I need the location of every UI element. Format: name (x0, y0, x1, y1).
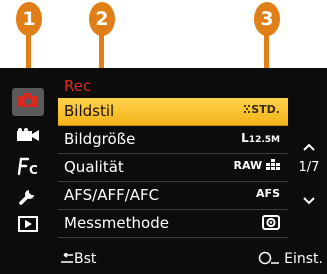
menu-row-bildgroesse[interactable]: Bildgröße L12.5M (58, 126, 288, 154)
settings-label: Einst. (284, 251, 323, 267)
menu-row-label: Qualität (64, 158, 124, 176)
menu-category-sidebar: C (0, 78, 50, 246)
sidebar-item-setup[interactable] (12, 184, 44, 212)
callout-3-badge: 3 (254, 2, 280, 36)
menu-row-label: Messmethode (64, 214, 169, 232)
camera-menu-screen: C Rec Bildstil STD. Bildgröße L12.5M Qua… (0, 68, 327, 274)
metering-multi-icon (262, 215, 280, 233)
settings-button[interactable]: Einst. (258, 251, 323, 267)
back-label: Bst (74, 251, 97, 267)
callout-1-number: 1 (22, 8, 36, 30)
menu-title: Rec (64, 77, 92, 95)
af-mode-value: AFS (256, 187, 280, 200)
menu-row-qualitaet[interactable]: Qualität RAW (58, 154, 288, 182)
custom-settings-letter: C (29, 163, 38, 176)
back-button[interactable]: Bst (60, 251, 96, 267)
quality-value: RAW (234, 159, 280, 172)
menu-row-label: AFS/AFF/AFC (64, 186, 160, 204)
image-size-letter: L (241, 131, 249, 145)
playback-icon (18, 216, 38, 236)
chevron-down-icon (303, 197, 315, 205)
photo-style-value: STD. (251, 103, 280, 116)
page-indicator: 1/7 (298, 160, 320, 175)
camera-icon (17, 92, 39, 112)
scroll-up-button[interactable] (296, 136, 322, 155)
control-dial-icon (258, 251, 279, 265)
menu-row-label: Bildgröße (64, 130, 136, 148)
chevron-up-icon (303, 143, 315, 151)
image-size-value: L12.5M (241, 131, 280, 145)
menu-row-label: Bildstil (64, 102, 115, 120)
video-camera-icon (16, 127, 40, 146)
menu-row-messmethode[interactable]: Messmethode (58, 210, 288, 238)
quality-fine-icon (266, 159, 280, 170)
sidebar-item-rec[interactable] (12, 88, 44, 116)
sidebar-item-custom[interactable]: C (12, 154, 44, 182)
photo-style-standard-icon: STD. (243, 103, 280, 116)
callout-2-badge: 2 (89, 2, 115, 36)
callout-3-number: 3 (260, 8, 274, 30)
menu-row-afs-aff-afc[interactable]: AFS/AFF/AFC AFS (58, 182, 288, 210)
menu-row-bildstil[interactable]: Bildstil STD. (58, 98, 288, 126)
return-arrow-icon (61, 252, 73, 263)
callout-2-number: 2 (95, 8, 109, 30)
quality-raw-text: RAW (233, 159, 263, 172)
callout-1-badge: 1 (16, 2, 42, 36)
image-size-megapixels: 12.5M (248, 135, 280, 145)
custom-settings-icon: C (16, 156, 40, 180)
sidebar-item-playback[interactable] (12, 212, 44, 240)
scroll-down-button[interactable] (296, 190, 322, 209)
menu-footer: Bst Einst. (0, 246, 327, 274)
sidebar-item-video[interactable] (12, 122, 44, 150)
wrench-icon (18, 186, 38, 210)
